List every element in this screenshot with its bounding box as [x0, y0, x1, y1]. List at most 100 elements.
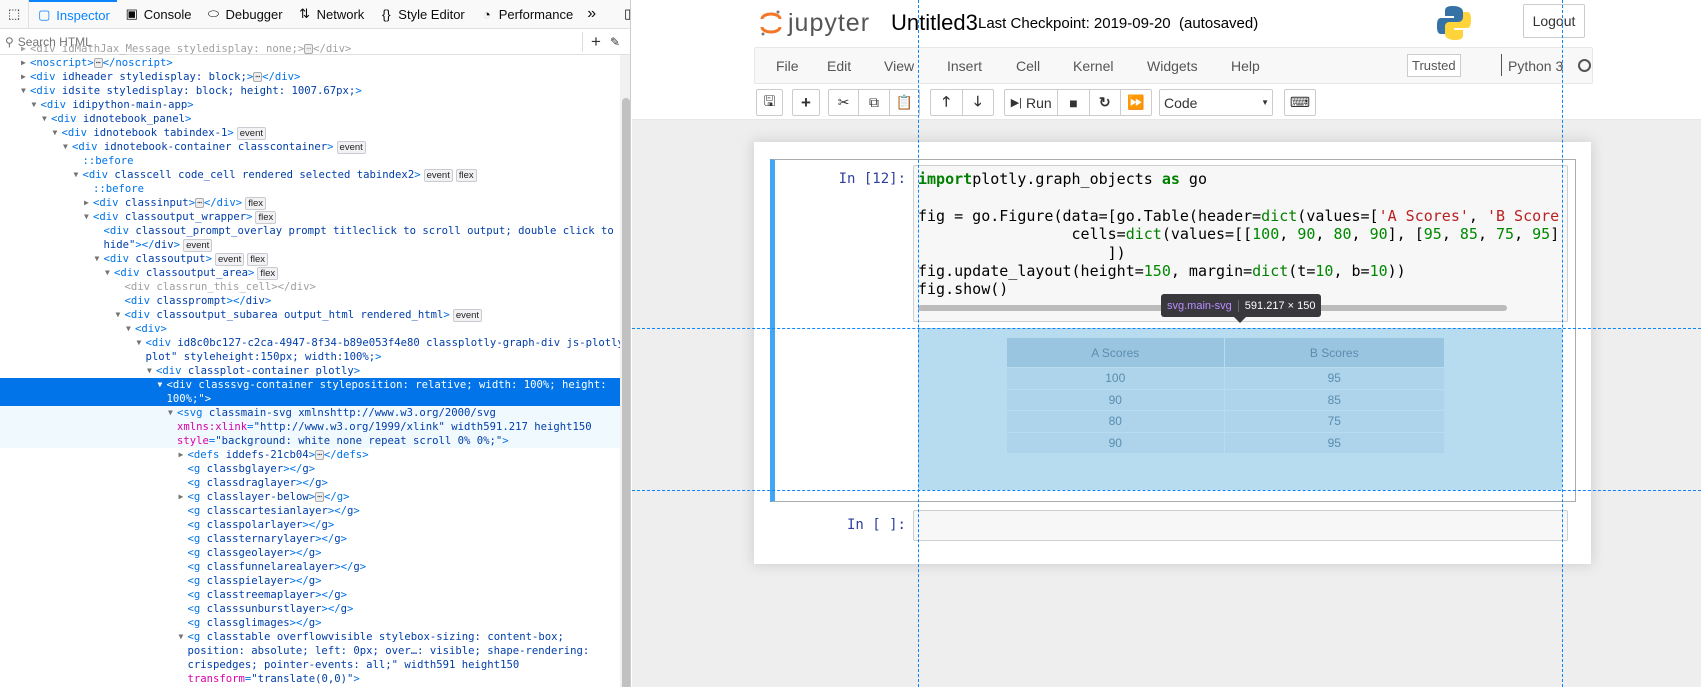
arrow-up-icon[interactable]: 🡑 — [931, 90, 963, 115]
markup-node-line[interactable]: ▼ <div idipython-main-app> — [0, 98, 620, 112]
menu-widgets[interactable]: Widgets — [1147, 58, 1198, 74]
markup-node-line[interactable]: ▼ <div classoutput_wrapper> flex — [0, 210, 620, 224]
tab-console[interactable]: ▣ Console — [117, 0, 199, 29]
more-tabs-chevron-icon[interactable]: » — [580, 0, 603, 29]
markup-node-line[interactable]: ▶ <g classlayer-below> ⋯ </g> — [0, 490, 620, 504]
event-badge[interactable]: event — [423, 169, 453, 182]
arrow-down-icon[interactable]: 🡓 — [963, 90, 994, 115]
markup-node-line[interactable]: ▼ <div idnotebook-container classcontaine… — [0, 140, 620, 154]
collapsed-content-badge[interactable]: ⋯ — [315, 492, 324, 502]
markup-node-line[interactable]: <g classglimages></g> — [0, 616, 620, 630]
insert-cell-button[interactable]: + — [792, 89, 820, 116]
markup-node-line[interactable]: ▼ <div idsite styledisplay: block; height… — [0, 84, 620, 98]
markup-node-line[interactable]: ::before — [0, 182, 620, 196]
markup-node-line[interactable]: <g classternarylayer></g> — [0, 532, 620, 546]
markup-node-line[interactable]: ▶ <div idMathJax_Message styledisplay: no… — [0, 42, 620, 56]
markup-node-line[interactable]: ▼ <div classsvg-container styleposition: … — [0, 378, 620, 392]
markup-node-line[interactable]: ▼ <svg classmain-svg xmlnshttp://www.w3.o… — [0, 406, 620, 420]
tab-debugger[interactable]: ⬭ Debugger — [198, 0, 289, 29]
tab-style-editor[interactable]: {} Style Editor — [371, 0, 471, 29]
collapsed-content-badge[interactable]: ⋯ — [304, 44, 314, 54]
markup-node-line[interactable]: ▼ <g classtable overflowvisible stylebox-… — [0, 630, 620, 644]
markup-node-line[interactable]: <g classpielayer></g> — [0, 574, 620, 588]
event-badge[interactable]: event — [452, 309, 483, 322]
markup-scrollbar[interactable] — [620, 55, 630, 687]
markup-node-line[interactable]: <g classgeolayer></g> — [0, 546, 620, 560]
markup-node-line[interactable]: ▼ <div idnotebook tabindex-1> event — [0, 126, 620, 140]
flex-badge[interactable]: flex — [245, 197, 266, 210]
markup-node-line[interactable]: ▶ <div idheader styledisplay: block;> ⋯ </d… — [0, 70, 620, 84]
paste-icon[interactable]: 📋 — [890, 90, 919, 115]
markup-node-line[interactable]: position: absolute; left: 0px; over…: vi… — [0, 644, 620, 658]
markup-node-line[interactable]: <div classout_prompt_overlay prompt titl… — [0, 224, 620, 238]
markup-node-line[interactable]: <div classprompt></div> — [0, 294, 620, 308]
markup-node-line[interactable]: 100%;"> — [0, 392, 620, 406]
event-badge[interactable]: event — [183, 239, 213, 252]
empty-code-input[interactable] — [913, 510, 1568, 541]
markup-node-line[interactable]: xmlns:xlink="http://www.w3.org/1999/xlin… — [0, 420, 620, 434]
event-badge[interactable]: event — [236, 127, 266, 140]
collapsed-content-badge[interactable]: ⋯ — [315, 450, 324, 460]
jupyter-logo[interactable]: jupyter — [760, 8, 870, 38]
markup-node-line[interactable]: ▼ <div classoutput_area> flex — [0, 266, 620, 280]
markup-node-line[interactable]: <g classfunnelarealayer></g> — [0, 560, 620, 574]
flex-badge[interactable]: flex — [257, 267, 279, 280]
flex-badge[interactable]: flex — [455, 169, 477, 182]
menu-cell[interactable]: Cell — [1016, 58, 1040, 74]
markup-node-line[interactable]: ▼ <div classcell code_cell rendered selec… — [0, 168, 620, 182]
markup-node-line[interactable]: ▼ <div id8c0bc127-c2ca-4947-8f34-b89e053f… — [0, 336, 631, 350]
markup-node-line[interactable]: <g classcartesianlayer></g> — [0, 504, 620, 518]
logout-button[interactable]: Logout — [1523, 4, 1585, 38]
code-editor[interactable]: importplotly.graph_objects as go fig = g… — [914, 166, 1567, 299]
markup-node-line[interactable]: ▶ <defs iddefs-21cb04> ⋯ </defs> — [0, 448, 620, 462]
tab-inspector[interactable]: ▢ Inspector — [29, 0, 117, 29]
menu-view[interactable]: View — [884, 58, 914, 74]
markup-node-line[interactable]: ▶ <noscript> ⋯ </noscript> — [0, 56, 620, 70]
markup-node-line[interactable]: crispedges; pointer-events: all;" width5… — [0, 658, 620, 672]
flex-badge[interactable]: flex — [247, 253, 269, 266]
menu-file[interactable]: File — [776, 58, 799, 74]
markup-node-line[interactable]: ▼ <div> — [0, 322, 620, 336]
run-button[interactable]: ▶| Run — [1005, 90, 1059, 115]
event-badge[interactable]: event — [214, 253, 245, 266]
menu-insert[interactable]: Insert — [947, 58, 982, 74]
collapsed-content-badge[interactable]: ⋯ — [195, 198, 204, 208]
scrollbar-thumb[interactable] — [622, 98, 630, 687]
menu-help[interactable]: Help — [1231, 58, 1260, 74]
markup-node-line[interactable]: ▼ <div classplot-container plotly> — [0, 364, 620, 378]
menu-kernel[interactable]: Kernel — [1073, 58, 1113, 74]
responsive-mode-icon[interactable]: ▯ — [617, 0, 630, 29]
save-button[interactable]: 🖫 — [756, 89, 783, 116]
trusted-indicator[interactable]: Trusted — [1407, 54, 1461, 77]
flex-badge[interactable]: flex — [255, 211, 277, 224]
markup-node-line[interactable]: <g classdraglayer></g> — [0, 476, 620, 490]
restart-icon[interactable]: ↻ — [1090, 90, 1121, 115]
menu-edit[interactable]: Edit — [827, 58, 851, 74]
markup-node-line[interactable]: <g classtreemaplayer></g> — [0, 588, 620, 602]
cell-type-select[interactable]: Code ▼ — [1159, 89, 1273, 116]
notebook-name[interactable]: Untitled3 — [891, 10, 978, 36]
markup-node-line[interactable]: transform="translate(0,0)"> — [0, 672, 620, 686]
event-badge[interactable]: event — [336, 141, 366, 154]
markup-node-line[interactable]: <g classsunburstlayer></g> — [0, 602, 620, 616]
markup-node-line[interactable]: <g classbglayer></g> — [0, 462, 620, 476]
copy-icon[interactable]: ⧉ — [859, 90, 890, 115]
markup-node-line[interactable]: ▶ <div classinput> ⋯ </div> flex — [0, 196, 620, 210]
collapsed-content-badge[interactable]: ⋯ — [93, 58, 103, 68]
command-palette-button[interactable]: ⌨ — [1284, 89, 1316, 116]
stop-icon[interactable]: ■ — [1058, 90, 1090, 115]
markup-node-line[interactable]: plot" styleheight:150px; width:100%;> — [0, 350, 620, 364]
cut-icon[interactable]: ✂ — [829, 90, 860, 115]
markup-node-line[interactable]: style="background: white none repeat scr… — [0, 434, 620, 448]
markup-node-line[interactable]: ▼ <div idnotebook_panel> — [0, 112, 620, 126]
markup-node-line[interactable]: ::before — [0, 154, 620, 168]
tab-performance[interactable]: ◔ Performance — [472, 0, 580, 29]
element-picker-button[interactable]: ⬚ — [0, 0, 30, 29]
markup-node-line[interactable]: hide"></div> event — [0, 238, 620, 252]
fast-forward-icon[interactable]: ⏩ — [1121, 90, 1151, 115]
markup-node-line[interactable]: ▼ <div classoutput_subarea output_html re… — [0, 308, 620, 322]
markup-node-line[interactable]: ▼ <div classoutput> event flex — [0, 252, 620, 266]
tab-network[interactable]: ⇅ Network — [290, 0, 372, 29]
markup-node-line[interactable]: <g classpolarlayer></g> — [0, 518, 620, 532]
collapsed-content-badge[interactable]: ⋯ — [253, 72, 263, 82]
